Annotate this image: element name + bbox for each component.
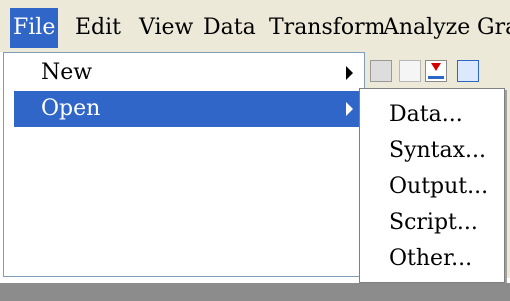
submenu-item-output[interactable]: Output... (389, 169, 488, 205)
file-menu: New Open (3, 52, 365, 277)
submenu-item-script[interactable]: Script... (389, 205, 478, 241)
binoculars-icon[interactable] (370, 60, 392, 82)
menu-file[interactable]: File (10, 8, 59, 48)
menu-item-label: Open (41, 96, 101, 121)
menu-bar: File Edit View Data Transform Analyze Gr… (0, 0, 510, 52)
status-band (0, 283, 510, 301)
variable-icon[interactable] (399, 60, 421, 82)
submenu-item-other[interactable]: Other... (389, 241, 472, 277)
open-submenu: Data... Syntax... Output... Script... Ot… (359, 88, 505, 283)
menu-data[interactable]: Data (200, 8, 259, 48)
menu-item-open[interactable]: Open (14, 91, 361, 127)
submenu-item-data[interactable]: Data... (389, 97, 463, 133)
submenu-arrow-icon (346, 66, 353, 80)
submenu-item-syntax[interactable]: Syntax... (389, 133, 486, 169)
menu-transform[interactable]: Transform (266, 8, 389, 48)
menu-item-label: New (41, 60, 93, 85)
menu-item-new[interactable]: New (14, 55, 361, 91)
window-edge (505, 88, 510, 278)
grid-icon[interactable] (457, 60, 479, 82)
menu-analyze[interactable]: Analyze (380, 8, 473, 48)
submenu-arrow-icon (346, 102, 353, 116)
menu-edit[interactable]: Edit (72, 8, 124, 48)
menu-graphs[interactable]: Gra (474, 8, 510, 48)
chart-builder-icon[interactable] (425, 60, 447, 82)
menu-view[interactable]: View (136, 8, 196, 48)
toolbar (365, 52, 510, 88)
